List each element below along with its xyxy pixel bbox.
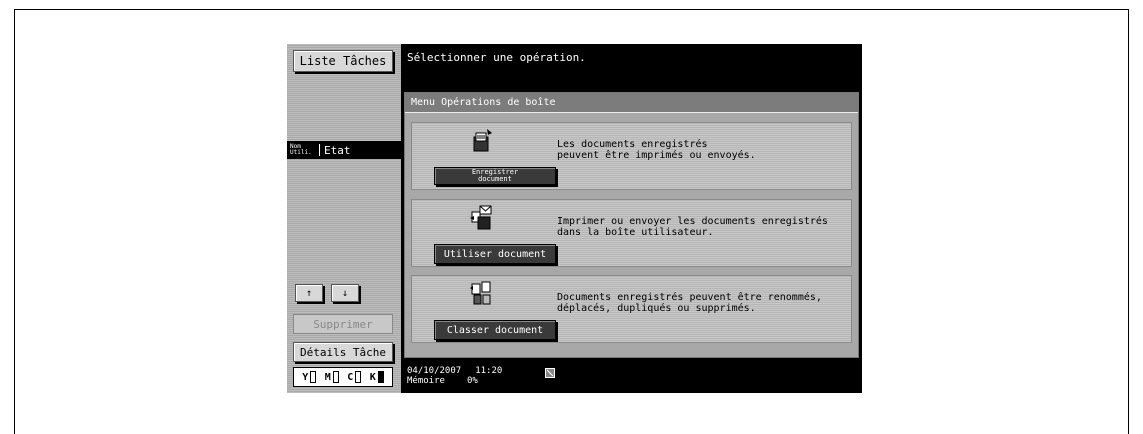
toner-k: K bbox=[370, 371, 384, 383]
left-panel: Liste Tâches Nom Utili. Etat ↑ ↓ Supprime… bbox=[287, 44, 401, 393]
operation-file-document: Classer document Documents enregistrés p… bbox=[411, 275, 852, 343]
control-panel-screen: Liste Tâches Nom Utili. Etat ↑ ↓ Supprime… bbox=[287, 44, 862, 393]
delete-button[interactable]: Supprimer bbox=[293, 314, 393, 334]
instruction-message: Sélectionner une opération. bbox=[407, 51, 586, 64]
file-document-icon bbox=[470, 281, 491, 305]
column-separator bbox=[319, 144, 320, 156]
status-time: 11:20 bbox=[475, 366, 503, 376]
toner-y: Y bbox=[302, 371, 317, 383]
toner-m: M bbox=[325, 371, 339, 383]
file-document-description: Documents enregistrés peuvent être renom… bbox=[557, 292, 822, 314]
scroll-down-button[interactable]: ↓ bbox=[331, 284, 359, 302]
box-operations-menu: Menu Opérations de boîte Enregistrer doc… bbox=[404, 92, 859, 358]
status-date: 04/10/2007 bbox=[407, 366, 462, 376]
status-bar: 04/10/2007 11:20 Mémoire 0% bbox=[407, 366, 555, 386]
scroll-up-button[interactable]: ↑ bbox=[295, 284, 323, 302]
toner-levels: Y M C K bbox=[293, 367, 393, 387]
toner-c: C bbox=[347, 371, 362, 383]
memory-value: 0% bbox=[466, 376, 478, 386]
arrow-down-icon: ↓ bbox=[341, 287, 349, 299]
register-document-button[interactable]: Enregistrer document bbox=[434, 167, 556, 185]
use-document-button[interactable]: Utiliser document bbox=[434, 244, 556, 264]
operation-use-document: Utiliser document Imprimer ou envoyer le… bbox=[411, 199, 852, 267]
network-status-icon bbox=[545, 368, 555, 378]
column-user-name: Nom Utili. bbox=[290, 143, 312, 156]
job-list-button[interactable]: Liste Tâches bbox=[293, 50, 393, 72]
toner-bar-icon bbox=[377, 371, 384, 383]
toner-bar-icon bbox=[310, 371, 317, 383]
toner-bar-icon bbox=[355, 371, 362, 383]
operation-register-document: Enregistrer document Les documents enreg… bbox=[411, 122, 852, 190]
arrow-up-icon: ↑ bbox=[305, 287, 313, 299]
memory-label: Mémoire bbox=[407, 376, 445, 386]
panel-title: Menu Opérations de boîte bbox=[405, 93, 858, 113]
job-details-button[interactable]: Détails Tâche bbox=[293, 342, 393, 362]
job-list-header: Nom Utili. Etat bbox=[287, 141, 401, 159]
column-status: Etat bbox=[324, 143, 351, 157]
file-document-button[interactable]: Classer document bbox=[434, 320, 556, 340]
register-document-icon bbox=[473, 129, 492, 152]
toner-bar-icon bbox=[332, 371, 339, 383]
use-document-icon bbox=[470, 205, 492, 230]
register-document-description: Les documents enregistrés peuvent être i… bbox=[557, 139, 756, 161]
use-document-description: Imprimer ou envoyer les documents enregi… bbox=[557, 216, 828, 238]
